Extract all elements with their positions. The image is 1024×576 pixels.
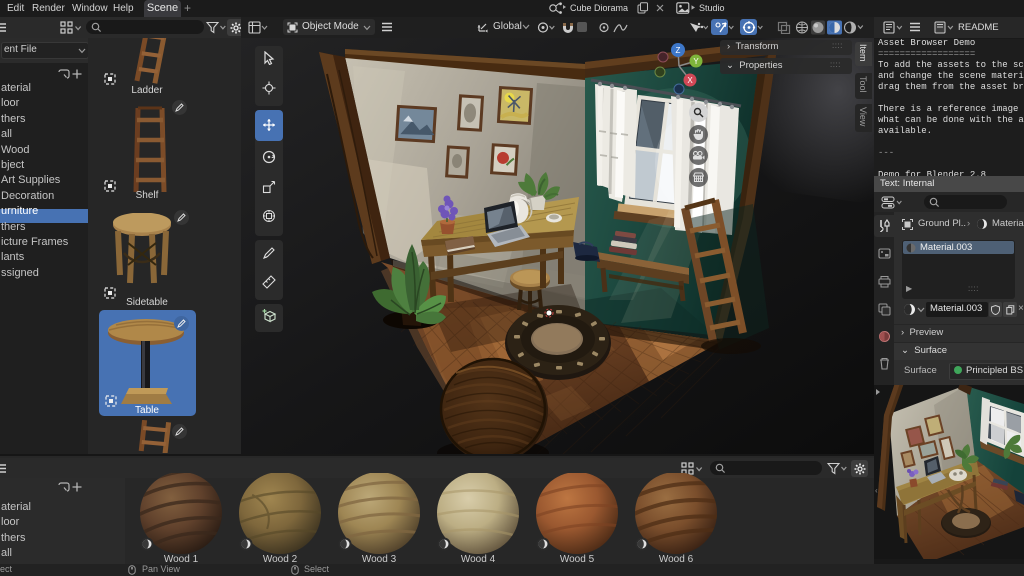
svg-text:Z: Z [676,46,681,55]
svg-text:X: X [687,76,693,85]
svg-text:Y: Y [693,57,699,66]
svg-text:‹: ‹ [875,486,878,495]
